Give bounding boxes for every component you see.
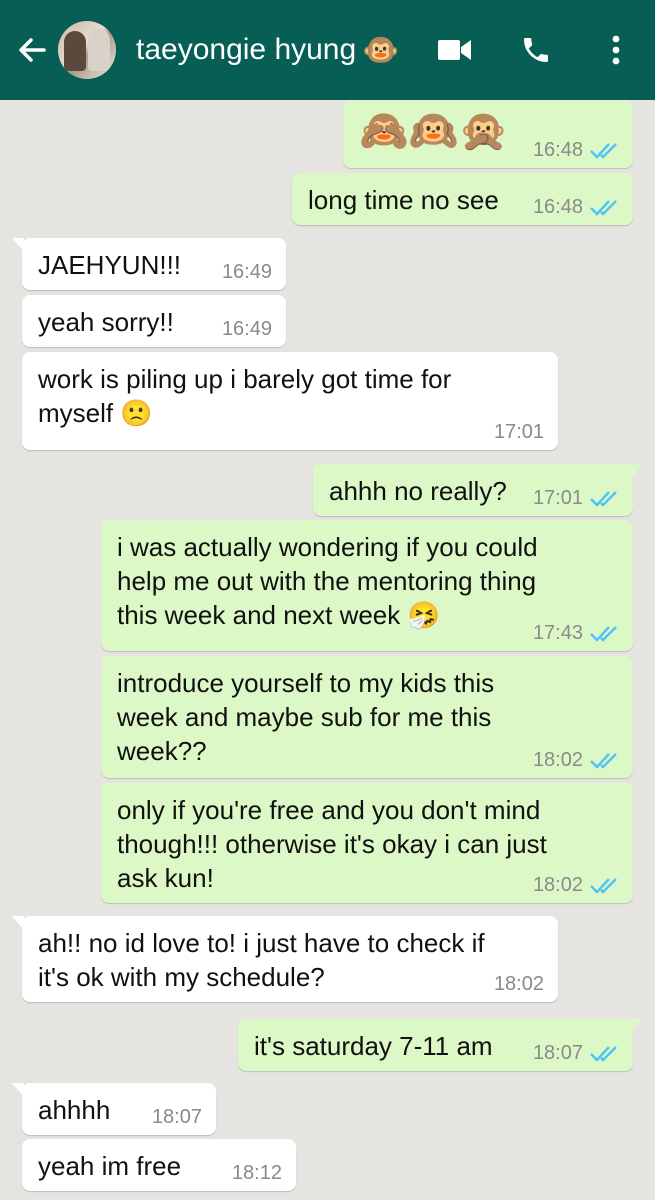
message-time: 16:48 (532, 196, 583, 218)
message-bubble-outgoing[interactable]: ahhh no really? 17:01 (313, 464, 643, 516)
double-check-icon (590, 491, 617, 507)
message-text: ahhhh (38, 1095, 111, 1125)
more-vertical-icon (612, 35, 620, 65)
message-time: 17:01 (493, 421, 544, 443)
double-check-icon (590, 1046, 617, 1062)
message-meta: 18:02 (533, 873, 619, 897)
message-bubble-incoming[interactable]: ah!! no id love to! i just have to check… (12, 916, 558, 1002)
double-check-icon (590, 878, 617, 894)
avatar[interactable] (58, 21, 116, 79)
message-text: i was actually wondering if you could he… (117, 532, 538, 630)
video-camera-icon (438, 40, 471, 60)
message-meta: 17:01 (494, 420, 544, 444)
monkey-emoji: 🐵 (362, 33, 400, 67)
message-bubble-incoming[interactable]: yeah im free 18:12 (22, 1139, 296, 1191)
message-text: ah!! no id love to! i just have to check… (38, 928, 485, 992)
message-text: work is piling up i barely got time for … (38, 364, 452, 428)
message-list[interactable]: 🙈🙉🙊 16:48 long time no see 16:48 JAEHYUN… (0, 100, 655, 1200)
message-bubble-outgoing[interactable]: introduce yourself to my kids this week … (101, 656, 633, 778)
message-text: long time no see (308, 185, 499, 215)
contact-name[interactable]: taeyongie hyung 🐵 (136, 33, 400, 68)
message-bubble-incoming[interactable]: work is piling up i barely got time for … (22, 352, 558, 450)
message-meta: 16:49 (222, 260, 272, 284)
message-meta: 17:43 (533, 621, 619, 645)
message-text: ahhh no really? (329, 476, 507, 506)
message-time: 18:02 (493, 973, 544, 995)
message-time: 17:43 (532, 622, 583, 644)
video-call-button[interactable] (435, 30, 475, 70)
double-check-icon (590, 626, 617, 642)
message-time: 18:07 (532, 1042, 583, 1064)
arrow-left-icon (19, 38, 46, 62)
message-bubble-incoming[interactable]: ahhhh 18:07 (12, 1083, 216, 1135)
message-bubble-incoming[interactable]: yeah sorry!! 16:49 (22, 295, 286, 347)
chat-header: taeyongie hyung 🐵 (0, 0, 655, 100)
message-time: 16:49 (221, 261, 272, 283)
voice-call-button[interactable] (516, 30, 556, 70)
message-meta: 16:49 (222, 317, 272, 341)
message-text: only if you're free and you don't mind t… (117, 795, 547, 893)
message-time: 18:07 (151, 1106, 202, 1128)
message-meta: 18:07 (152, 1105, 202, 1129)
message-time: 16:48 (532, 139, 583, 161)
more-options-button[interactable] (596, 30, 636, 70)
message-bubble-outgoing[interactable]: only if you're free and you don't mind t… (101, 783, 633, 903)
message-text: JAEHYUN!!! (38, 250, 182, 280)
message-time: 17:01 (532, 487, 583, 509)
message-text: it's saturday 7-11 am (254, 1031, 493, 1061)
double-check-icon (590, 143, 617, 159)
message-text: introduce yourself to my kids this week … (117, 668, 495, 766)
message-text: yeah sorry!! (38, 307, 174, 337)
message-text: yeah im free (38, 1151, 182, 1181)
message-text: 🙈🙉🙊 (359, 109, 509, 153)
message-bubble-incoming[interactable]: JAEHYUN!!! 16:49 (12, 238, 286, 290)
message-time: 18:02 (532, 749, 583, 771)
message-meta: 18:02 (494, 972, 544, 996)
message-time: 16:49 (221, 318, 272, 340)
message-meta: 16:48 (533, 195, 619, 219)
message-meta: 18:02 (533, 748, 619, 772)
message-meta: 17:01 (533, 486, 619, 510)
message-time: 18:12 (231, 1162, 282, 1184)
phone-icon (524, 38, 548, 62)
back-button[interactable] (12, 30, 52, 70)
message-bubble-outgoing[interactable]: it's saturday 7-11 am 18:07 (238, 1019, 643, 1071)
message-bubble-outgoing[interactable]: long time no see 16:48 (292, 173, 633, 225)
message-time: 18:02 (532, 874, 583, 896)
double-check-icon (590, 753, 617, 769)
message-meta: 18:12 (232, 1161, 282, 1185)
message-meta: 16:48 (533, 138, 619, 162)
message-meta: 18:07 (533, 1041, 619, 1065)
message-bubble-outgoing[interactable]: i was actually wondering if you could he… (101, 520, 633, 651)
double-check-icon (590, 200, 617, 216)
message-bubble-outgoing[interactable]: 🙈🙉🙊 16:48 (343, 100, 633, 168)
